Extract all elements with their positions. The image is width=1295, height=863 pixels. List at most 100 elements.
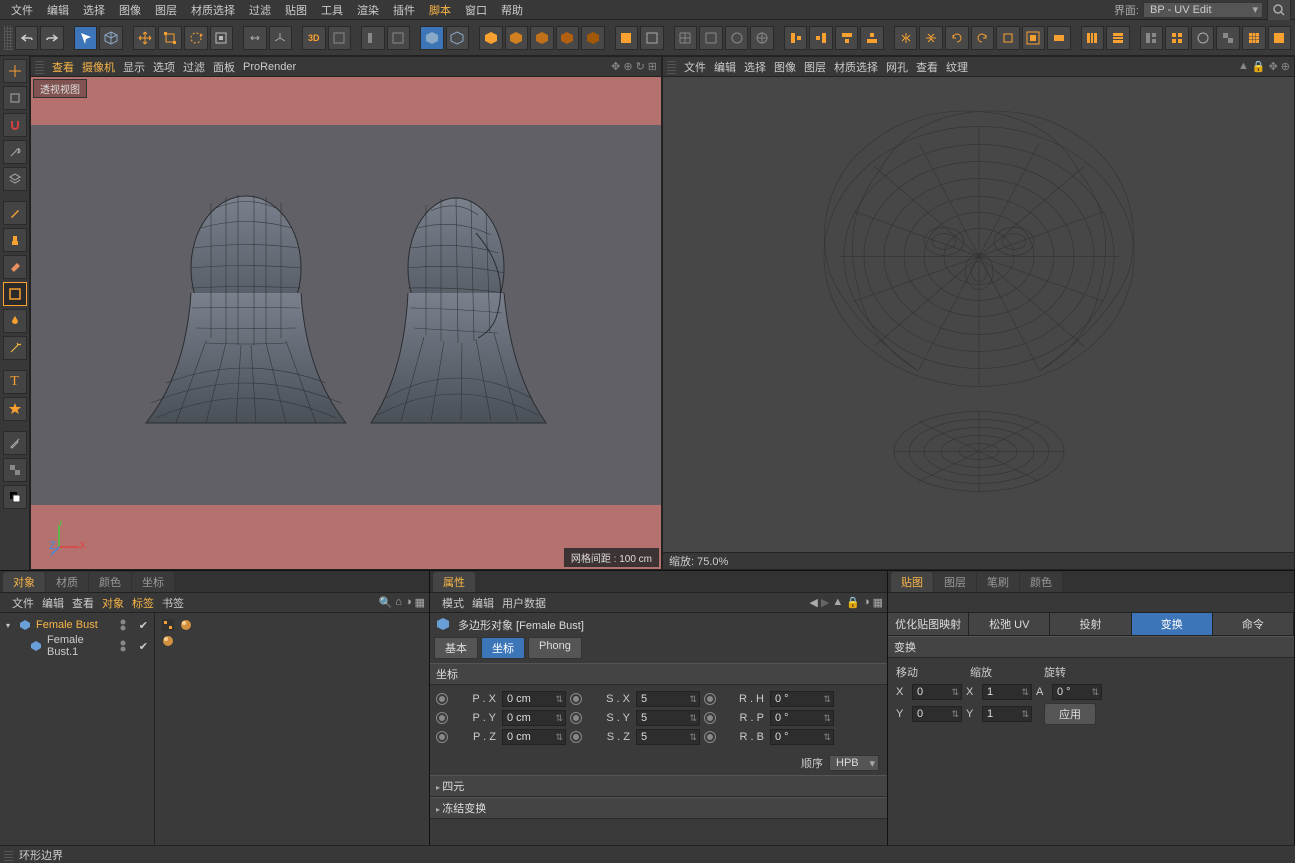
- checker-icon[interactable]: [1216, 26, 1240, 50]
- tool-icon-1[interactable]: [210, 26, 234, 50]
- align-icon-4[interactable]: [860, 26, 884, 50]
- menu-plugins[interactable]: 插件: [386, 2, 422, 18]
- uv-menu-layer[interactable]: 图层: [804, 59, 826, 75]
- vp-menu-camera[interactable]: 摄像机: [82, 59, 115, 75]
- obj-menu-objects[interactable]: 对象: [102, 595, 124, 611]
- vp-nav-icon-1[interactable]: ✥: [611, 60, 620, 73]
- live-select-icon[interactable]: [74, 26, 98, 50]
- anim-dot[interactable]: [704, 731, 716, 743]
- uv-menu-edit[interactable]: 编辑: [714, 59, 736, 75]
- lt-wrench-icon[interactable]: [3, 140, 27, 164]
- menu-tools[interactable]: 工具: [314, 2, 350, 18]
- object-row[interactable]: ▾ Female Bust ✔: [4, 617, 150, 633]
- fit-icon-1[interactable]: [996, 26, 1020, 50]
- attr-back-icon[interactable]: ◀: [809, 596, 817, 609]
- obj-menu-edit[interactable]: 编辑: [42, 595, 64, 611]
- btn-command[interactable]: 命令: [1213, 613, 1294, 635]
- render-icon-1[interactable]: [420, 26, 444, 50]
- align-icon-1[interactable]: [784, 26, 808, 50]
- mirror-icon-1[interactable]: [894, 26, 918, 50]
- lt-checker-icon[interactable]: [3, 458, 27, 482]
- obj-search-icon[interactable]: 🔍: [379, 596, 393, 609]
- object-visibility[interactable]: [119, 618, 133, 632]
- grid-icon-4[interactable]: [750, 26, 774, 50]
- vp-nav-icon-4[interactable]: ⊞: [648, 60, 657, 73]
- uv-icon-3[interactable]: ✥: [1269, 60, 1278, 73]
- menu-edit[interactable]: 编辑: [40, 2, 76, 18]
- tool-icon-4[interactable]: [387, 26, 411, 50]
- attr-fwd-icon[interactable]: ▶: [821, 596, 829, 609]
- dist-icon-1[interactable]: [1081, 26, 1105, 50]
- lt-stamp-icon[interactable]: [3, 228, 27, 252]
- field-sz[interactable]: 5: [636, 729, 700, 745]
- obj-eye-icon[interactable]: ◑: [405, 596, 412, 609]
- vp-menu-panel[interactable]: 面板: [213, 59, 235, 75]
- prim-icon-7[interactable]: [640, 26, 664, 50]
- lt-eraser-icon[interactable]: [3, 255, 27, 279]
- move-icon[interactable]: [133, 26, 157, 50]
- vp-nav-icon-3[interactable]: ↻: [636, 60, 645, 73]
- field-pz[interactable]: 0 cm: [502, 729, 566, 745]
- object-name[interactable]: Female Bust: [36, 619, 98, 631]
- field-scale-x[interactable]: 1: [982, 684, 1032, 700]
- lt-text-icon[interactable]: T: [3, 370, 27, 394]
- field-sy[interactable]: 5: [636, 710, 700, 726]
- tool-icon-2[interactable]: [328, 26, 352, 50]
- uvw-tag-icon[interactable]: [161, 618, 175, 632]
- menu-image[interactable]: 图像: [112, 2, 148, 18]
- layout-icon-2[interactable]: [1165, 26, 1189, 50]
- layout-icon-1[interactable]: [1140, 26, 1164, 50]
- menu-material[interactable]: 材质选择: [184, 2, 242, 18]
- lt-drop-icon[interactable]: [3, 309, 27, 333]
- btn-relax[interactable]: 松弛 UV: [969, 613, 1050, 635]
- rotate-icon[interactable]: [184, 26, 208, 50]
- menu-render[interactable]: 渲染: [350, 2, 386, 18]
- cube1-icon[interactable]: [99, 26, 123, 50]
- attr-menu-edit[interactable]: 编辑: [472, 595, 494, 611]
- toolbar-grip[interactable]: [4, 26, 13, 50]
- fit-icon-2[interactable]: [1022, 26, 1046, 50]
- field-rp[interactable]: 0 °: [770, 710, 834, 726]
- field-rh[interactable]: 0 °: [770, 691, 834, 707]
- menu-file[interactable]: 文件: [4, 2, 40, 18]
- btn-optimize[interactable]: 优化贴图映射: [888, 613, 969, 635]
- vp-menu-options[interactable]: 选项: [153, 59, 175, 75]
- prim-icon-6[interactable]: [615, 26, 639, 50]
- tab-materials[interactable]: 材质: [46, 572, 88, 592]
- field-scale-y[interactable]: 1: [982, 706, 1032, 722]
- uv-menu-texture[interactable]: 纹理: [946, 59, 968, 75]
- anim-dot[interactable]: [704, 712, 716, 724]
- status-grip[interactable]: [4, 849, 13, 861]
- uv-lock-icon[interactable]: 🔒: [1252, 60, 1266, 73]
- lt-edit-icon[interactable]: [3, 86, 27, 110]
- menu-select[interactable]: 选择: [76, 2, 112, 18]
- field-move-y[interactable]: 0: [912, 706, 962, 722]
- apply-button[interactable]: 应用: [1044, 703, 1096, 725]
- menu-filter[interactable]: 过滤: [242, 2, 278, 18]
- last-icon[interactable]: [1268, 26, 1292, 50]
- uv-viewport[interactable]: [663, 77, 1294, 552]
- tab-layers[interactable]: 图层: [934, 572, 976, 592]
- redo-icon[interactable]: [40, 26, 64, 50]
- field-sx[interactable]: 5: [636, 691, 700, 707]
- prim-icon-3[interactable]: [530, 26, 554, 50]
- attr-menu-icon[interactable]: ▦: [873, 596, 883, 609]
- anim-dot[interactable]: [436, 712, 448, 724]
- uv-menu-select[interactable]: 选择: [744, 59, 766, 75]
- btn-project[interactable]: 投射: [1050, 613, 1131, 635]
- search-icon[interactable]: [1267, 0, 1291, 22]
- attr-menu-mode[interactable]: 模式: [442, 595, 464, 611]
- fit-icon-3[interactable]: [1047, 26, 1071, 50]
- menu-script[interactable]: 脚本: [422, 2, 458, 18]
- anim-dot[interactable]: [570, 693, 582, 705]
- attr-tab-phong[interactable]: Phong: [528, 637, 582, 659]
- anim-dot[interactable]: [436, 731, 448, 743]
- obj-menu-file[interactable]: 文件: [12, 595, 34, 611]
- object-enable-icon[interactable]: ✔: [139, 619, 148, 632]
- coord-sys-icon[interactable]: [269, 26, 293, 50]
- attr-new-icon[interactable]: ◑: [863, 596, 870, 609]
- uv-icon-1[interactable]: ▲: [1238, 60, 1249, 73]
- tab-colors[interactable]: 颜色: [89, 572, 131, 592]
- uv-icon-4[interactable]: ⊕: [1281, 60, 1290, 73]
- uv-menu-view[interactable]: 查看: [916, 59, 938, 75]
